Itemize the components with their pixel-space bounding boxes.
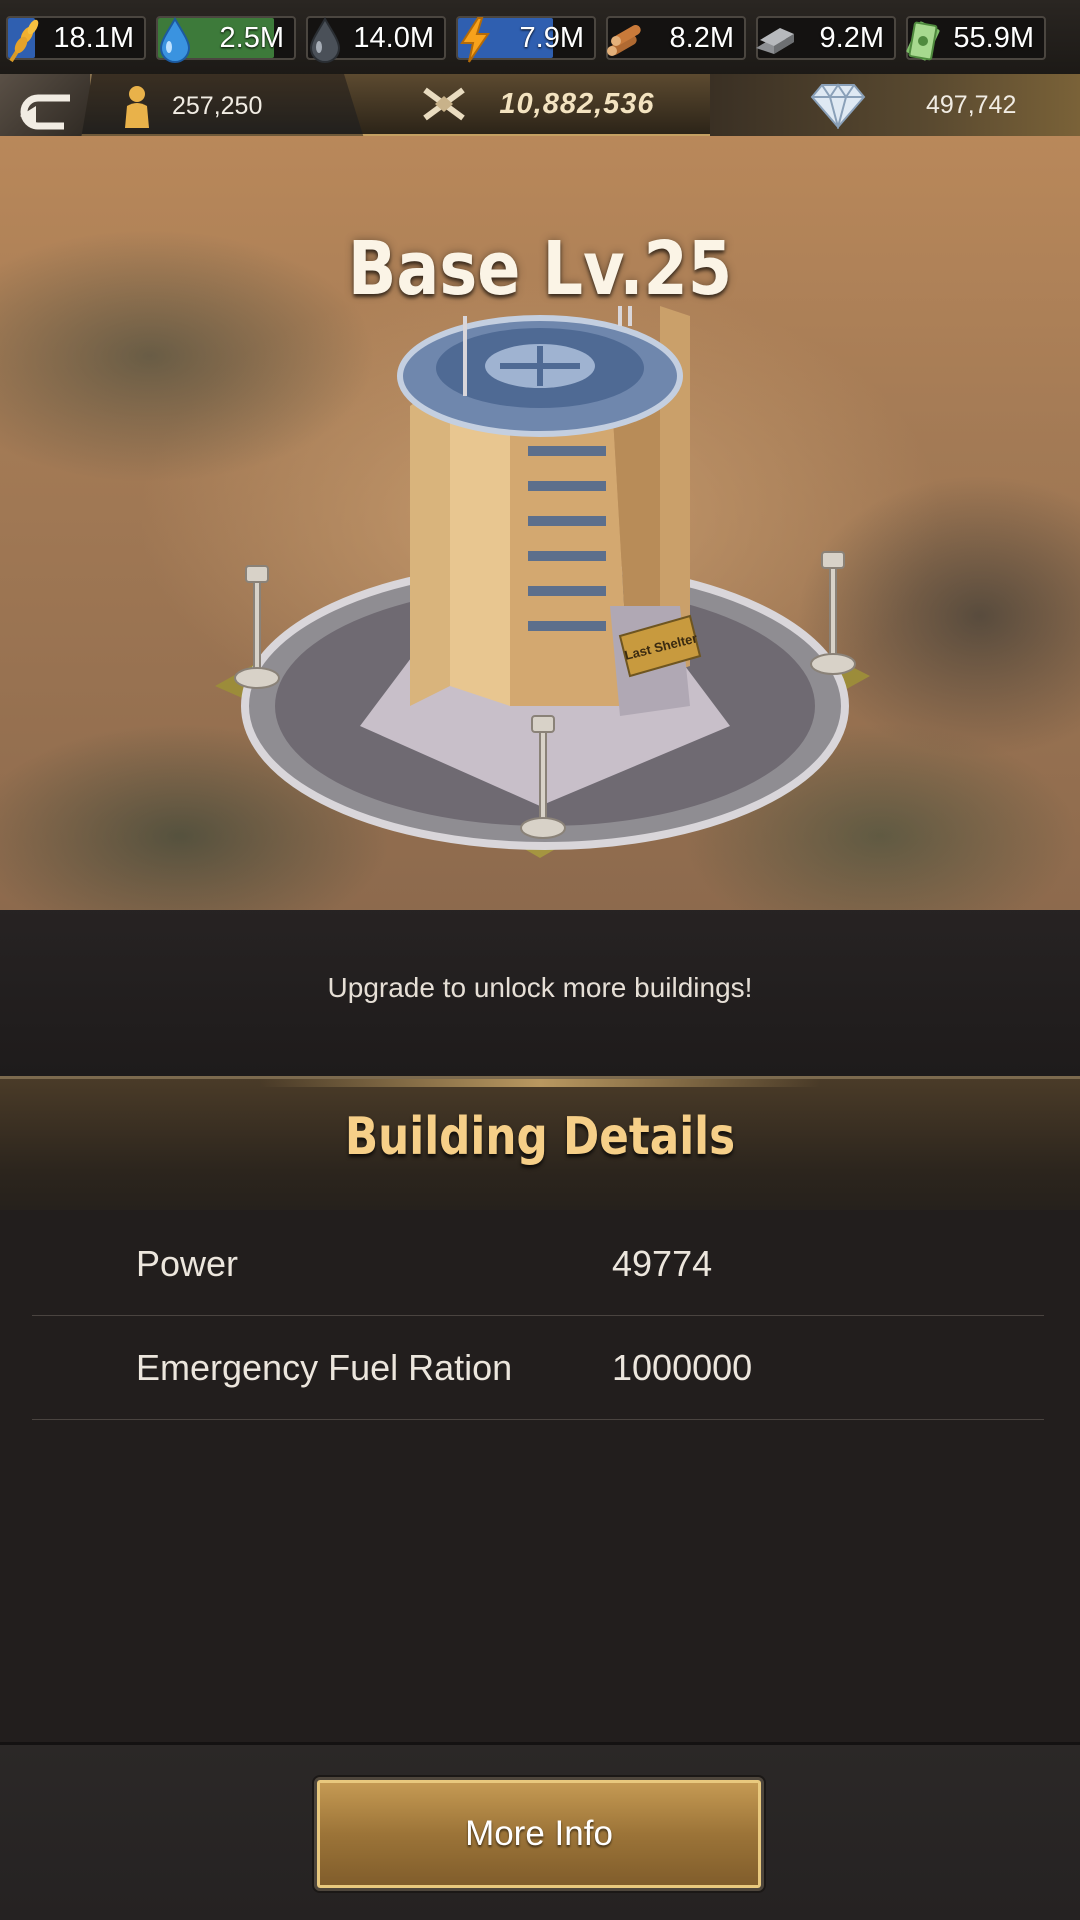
building-details-title: Building Details	[344, 1107, 736, 1167]
resource-wood-value: 8.2M	[669, 21, 734, 54]
building-details-header: Building Details	[0, 1076, 1080, 1210]
lightning-icon	[452, 16, 498, 64]
upgrade-hint-text: Upgrade to unlock more buildings!	[327, 972, 753, 1003]
stat-row-emergency-fuel-ration: Emergency Fuel Ration 1000000	[32, 1316, 1044, 1420]
resource-cash[interactable]: 55.9M	[906, 16, 1046, 61]
wheat-icon	[2, 16, 48, 64]
survivor-icon	[125, 86, 149, 128]
oil-drop-icon	[302, 16, 348, 64]
resource-bar: 18.1M 2.5M 14.0M 7.9M 8.2M 9.2M 55.9M	[0, 0, 1080, 76]
stat-value: 49774	[612, 1242, 713, 1284]
resource-electricity-value: 7.9M	[519, 21, 584, 54]
diamonds-counter[interactable]: 497,742	[710, 74, 1080, 136]
footer-bar: More Info	[0, 1742, 1080, 1920]
stat-value: 1000000	[612, 1346, 753, 1388]
stat-row-power: Power 49774	[32, 1212, 1044, 1316]
resource-metal[interactable]: 9.2M	[756, 16, 896, 60]
more-info-button[interactable]: More Info	[314, 1777, 764, 1891]
water-drop-icon	[152, 16, 198, 64]
currency-bar: 257,250 10,882,536 497,742	[0, 74, 1080, 150]
resource-electricity[interactable]: 7.9M	[456, 16, 596, 63]
metal-bars-icon	[752, 16, 798, 64]
survivors-counter[interactable]: 257,250	[120, 84, 262, 128]
power-value: 10,882,536	[499, 87, 655, 120]
stat-label: Power	[136, 1242, 239, 1284]
base-building-illustration: Last Shelter	[215, 306, 870, 858]
resource-oil[interactable]: 14.0M	[306, 16, 446, 63]
logs-icon	[602, 16, 648, 64]
resource-food[interactable]: 18.1M	[6, 16, 146, 63]
diamond-icon	[810, 83, 866, 129]
building-title: Base Lv.25	[347, 226, 733, 312]
upgrade-hint-band: Upgrade to unlock more buildings!	[0, 910, 1080, 1078]
resource-food-value: 18.1M	[53, 21, 134, 54]
power-display[interactable]: 10,882,536	[344, 74, 730, 136]
building-stats-table: Power 49774 Emergency Fuel Ration 100000…	[32, 1212, 1044, 1420]
resource-cash-value: 55.9M	[953, 21, 1034, 54]
cash-stack-icon	[902, 16, 948, 64]
resource-oil-value: 14.0M	[353, 21, 434, 54]
power-crossed-guns-icon	[423, 87, 466, 121]
diamonds-value: 497,742	[926, 90, 1017, 119]
resource-water[interactable]: 2.5M	[156, 16, 296, 63]
back-arrow-icon	[20, 94, 70, 130]
stat-label: Emergency Fuel Ration	[136, 1346, 513, 1388]
resource-wood[interactable]: 8.2M	[606, 16, 746, 60]
building-scene: Base Lv.25 Last Shelter	[0, 136, 1080, 910]
survivors-value: 257,250	[172, 91, 263, 120]
resource-water-value: 2.5M	[219, 21, 284, 54]
resource-metal-value: 9.2M	[819, 21, 884, 54]
